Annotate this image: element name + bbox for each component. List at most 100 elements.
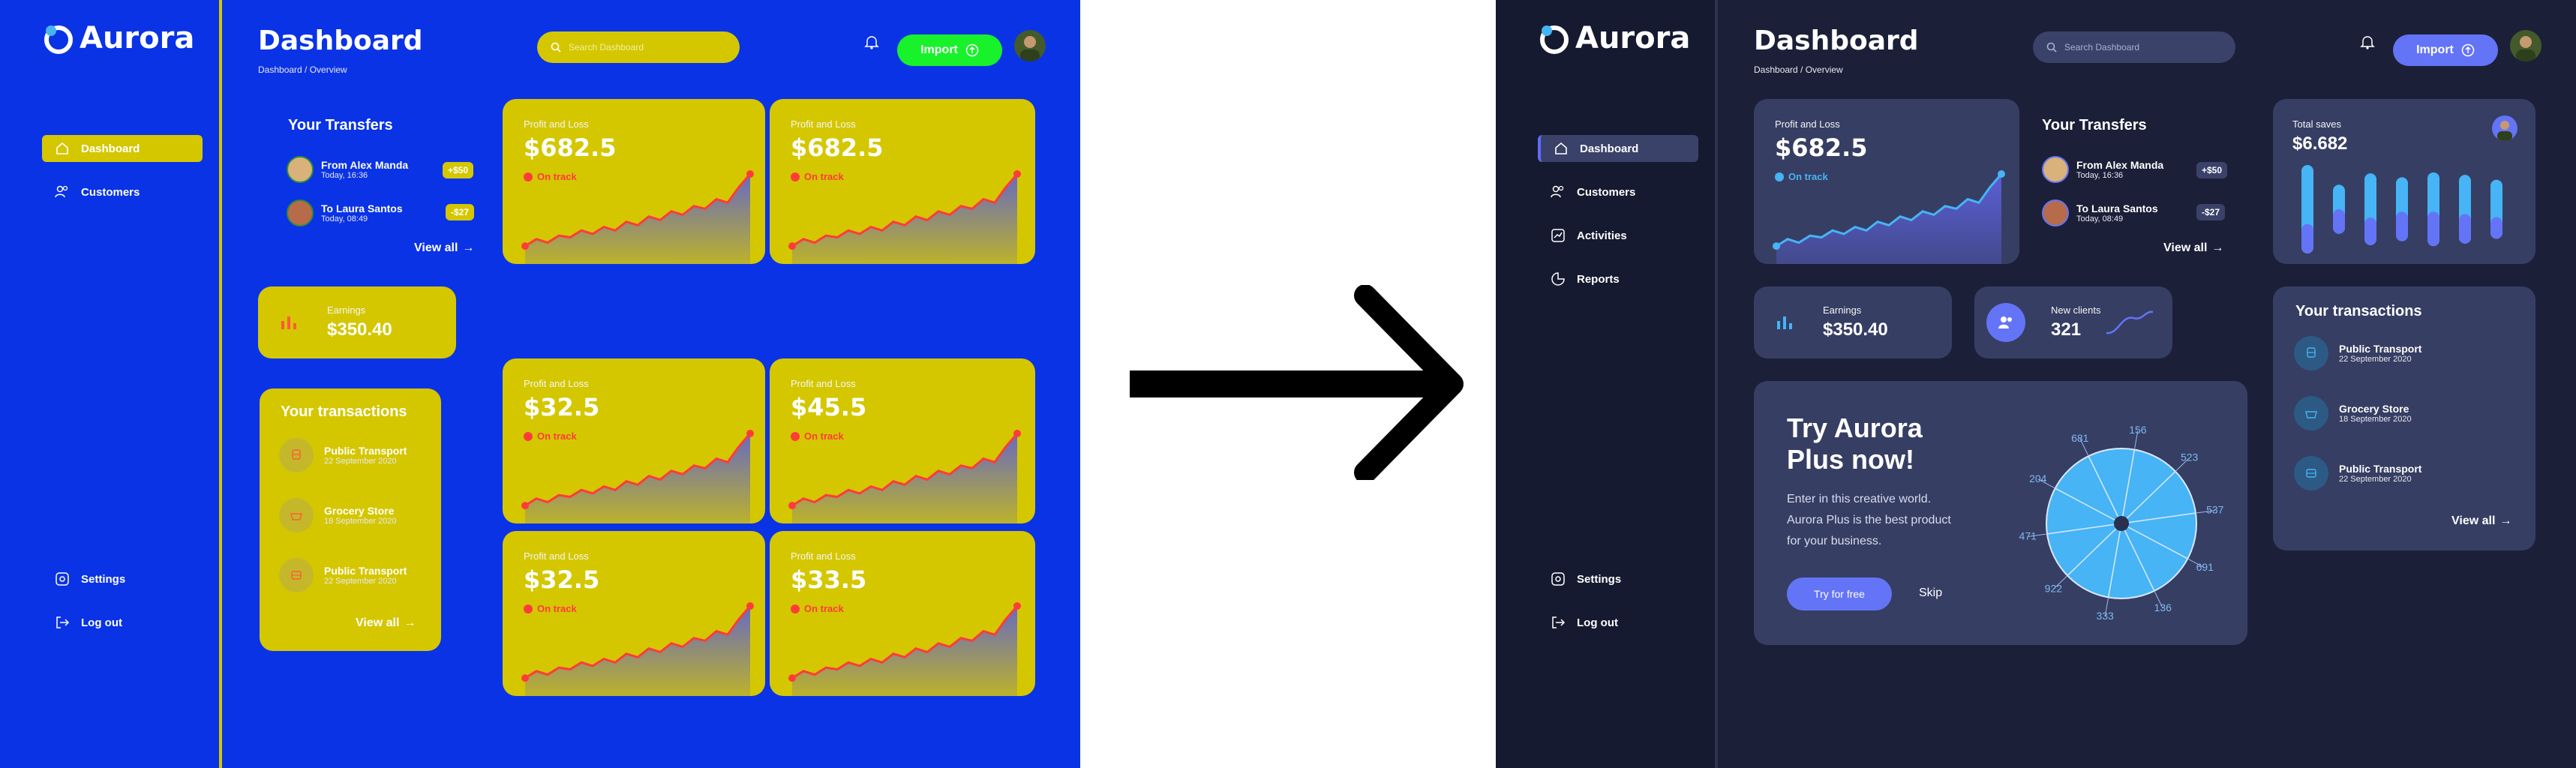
sidebar-item-customers[interactable]: Customers	[1538, 178, 1698, 206]
view-all-link[interactable]: View all →	[2451, 514, 2511, 528]
breadcrumb[interactable]: Dashboard / Overview	[258, 64, 347, 75]
list-item[interactable]: From Alex Manda Today, 16:36	[287, 156, 408, 183]
search-input[interactable]: Search Dashboard	[537, 32, 740, 63]
total-saves-bar-chart	[2301, 165, 2502, 254]
logo[interactable]: Aurora	[42, 21, 194, 56]
list-item[interactable]: To Laura Santos Today, 08:49	[2042, 200, 2158, 226]
pnl-card[interactable]: Profit and Loss $682.5 On track	[770, 99, 1035, 264]
transfer-date: Today, 16:36	[321, 171, 368, 180]
sparkline-area	[1776, 174, 2001, 264]
avatar	[2042, 156, 2069, 183]
pnl-card[interactable]: Profit and Loss $32.5 On track	[503, 531, 765, 696]
avatar[interactable]	[2510, 30, 2541, 62]
card-label: Earnings	[327, 304, 366, 316]
list-item[interactable]: Grocery Store 18 September 2020	[2294, 396, 2412, 430]
saves-bar-bottom	[2364, 218, 2376, 245]
view-all-link[interactable]: View all →	[414, 242, 474, 255]
transaction-date: 18 September 2020	[324, 517, 397, 526]
sidebar-item-reports[interactable]: Reports	[1538, 266, 1698, 292]
view-all-link[interactable]: View all →	[2163, 242, 2223, 255]
radial-center	[2114, 516, 2129, 531]
search-input[interactable]: Search Dashboard	[2033, 32, 2235, 63]
sparkline-chart	[788, 602, 1021, 696]
import-button[interactable]: Import	[2393, 34, 2498, 66]
pie-chart-icon	[1550, 271, 1566, 287]
saves-bar-bottom	[2427, 212, 2439, 247]
transaction-name: Public Transport	[2339, 463, 2422, 475]
pnl-card[interactable]: Profit and Loss $32.5 On track	[503, 358, 765, 524]
radial-label: 537	[2206, 503, 2224, 515]
list-item[interactable]: Public Transport 22 September 2020	[2294, 456, 2421, 490]
arrow-right-icon: →	[462, 242, 475, 254]
sidebar-item-activities[interactable]: Activities	[1538, 222, 1698, 249]
list-item[interactable]: To Laura Santos Today, 08:49	[287, 200, 403, 226]
radial-label: 136	[2154, 602, 2172, 614]
card-label: New clients	[2051, 304, 2101, 316]
new-clients-card[interactable]: New clients 321	[1974, 286, 2172, 358]
logout-icon	[1550, 614, 1566, 631]
sidebar-item-label: Activities	[1577, 229, 1627, 242]
sparkline-start-point	[521, 674, 529, 682]
sparkline-area	[525, 606, 750, 696]
sparkline-area	[792, 174, 1017, 264]
view-all-link[interactable]: View all →	[356, 616, 416, 630]
saves-bar-bottom	[2301, 224, 2313, 254]
arrow-right-icon	[1130, 285, 1464, 480]
earnings-card[interactable]: Earnings $350.40	[258, 286, 456, 358]
card-label: Profit and Loss	[524, 550, 589, 562]
sidebar-item-customers[interactable]: Customers	[42, 178, 203, 206]
section-title: Your Transfers	[2042, 117, 2147, 134]
transaction-date: 18 September 2020	[2339, 415, 2412, 424]
aurora-logo-icon	[1540, 26, 1569, 54]
try-for-free-button[interactable]: Try for free	[1787, 578, 1892, 610]
sparkline-end-point	[746, 170, 754, 178]
earnings-card[interactable]: Earnings $350.40	[1754, 286, 1952, 358]
card-label: Profit and Loss	[791, 378, 856, 389]
sidebar-item-label: Settings	[1577, 572, 1622, 586]
total-saves-card[interactable]: Total saves $6.682	[2273, 99, 2535, 264]
transfer-name: From Alex Manda	[2076, 159, 2164, 171]
pnl-card[interactable]: Profit and Loss $33.5 On track	[770, 531, 1035, 696]
sparkline-area	[792, 434, 1017, 524]
notification-bell-icon[interactable]	[2358, 33, 2376, 55]
basket-icon	[279, 498, 314, 532]
card-label: Profit and Loss	[524, 118, 589, 130]
sidebar-item-logout[interactable]: Log out	[1538, 609, 1698, 636]
sidebar-item-logout[interactable]: Log out	[42, 609, 203, 636]
home-icon	[1553, 140, 1569, 157]
radial-label: 681	[2071, 432, 2089, 444]
mockup-left: Aurora Dashboard Customers Settings Log …	[0, 0, 1080, 768]
logo[interactable]: Aurora	[1538, 21, 1690, 56]
sidebar-item-settings[interactable]: Settings	[42, 566, 203, 592]
list-item[interactable]: Public Transport 22 September 2020	[2294, 336, 2421, 370]
sparkline-start-point	[788, 674, 796, 682]
sidebar-item-dashboard[interactable]: Dashboard	[1538, 135, 1698, 162]
radial-label: 691	[2196, 561, 2214, 573]
import-button[interactable]: Import	[897, 34, 1002, 66]
radial-label: 922	[2045, 583, 2063, 595]
transactions-card: Your transactions Public Transport 22 Sep…	[2273, 286, 2535, 550]
avatar[interactable]	[1014, 30, 1046, 62]
pnl-card[interactable]: Profit and Loss $682.5 On track	[1754, 99, 2019, 264]
list-item[interactable]: Grocery Store 18 September 2020	[279, 498, 397, 532]
list-item[interactable]: From Alex Manda Today, 16:36	[2042, 156, 2163, 183]
settings-icon	[1550, 571, 1566, 587]
amount-badge: -$27	[446, 204, 475, 220]
search-placeholder: Search Dashboard	[569, 42, 644, 52]
transaction-name: Public Transport	[324, 565, 407, 577]
list-item[interactable]: Public Transport 22 September 2020	[279, 438, 407, 472]
sparkline-start-point	[521, 502, 529, 510]
promo-title: Try Aurora Plus now!	[1787, 412, 1923, 476]
breadcrumb[interactable]: Dashboard / Overview	[1754, 64, 1843, 75]
skip-button[interactable]: Skip	[1919, 586, 1942, 600]
brand-name: Aurora	[80, 21, 195, 56]
sidebar-item-dashboard[interactable]: Dashboard	[42, 135, 203, 162]
list-item[interactable]: Public Transport 22 September 2020	[279, 558, 407, 592]
mockup-right: Aurora Dashboard Customers Activities Re…	[1496, 0, 2576, 768]
pnl-card[interactable]: Profit and Loss $45.5 On track	[770, 358, 1035, 524]
pnl-card[interactable]: Profit and Loss $682.5 On track	[503, 99, 765, 264]
sidebar-item-settings[interactable]: Settings	[1538, 566, 1698, 592]
aurora-logo-icon	[44, 26, 73, 54]
sparkline-chart	[521, 170, 754, 264]
notification-bell-icon[interactable]	[863, 33, 881, 55]
